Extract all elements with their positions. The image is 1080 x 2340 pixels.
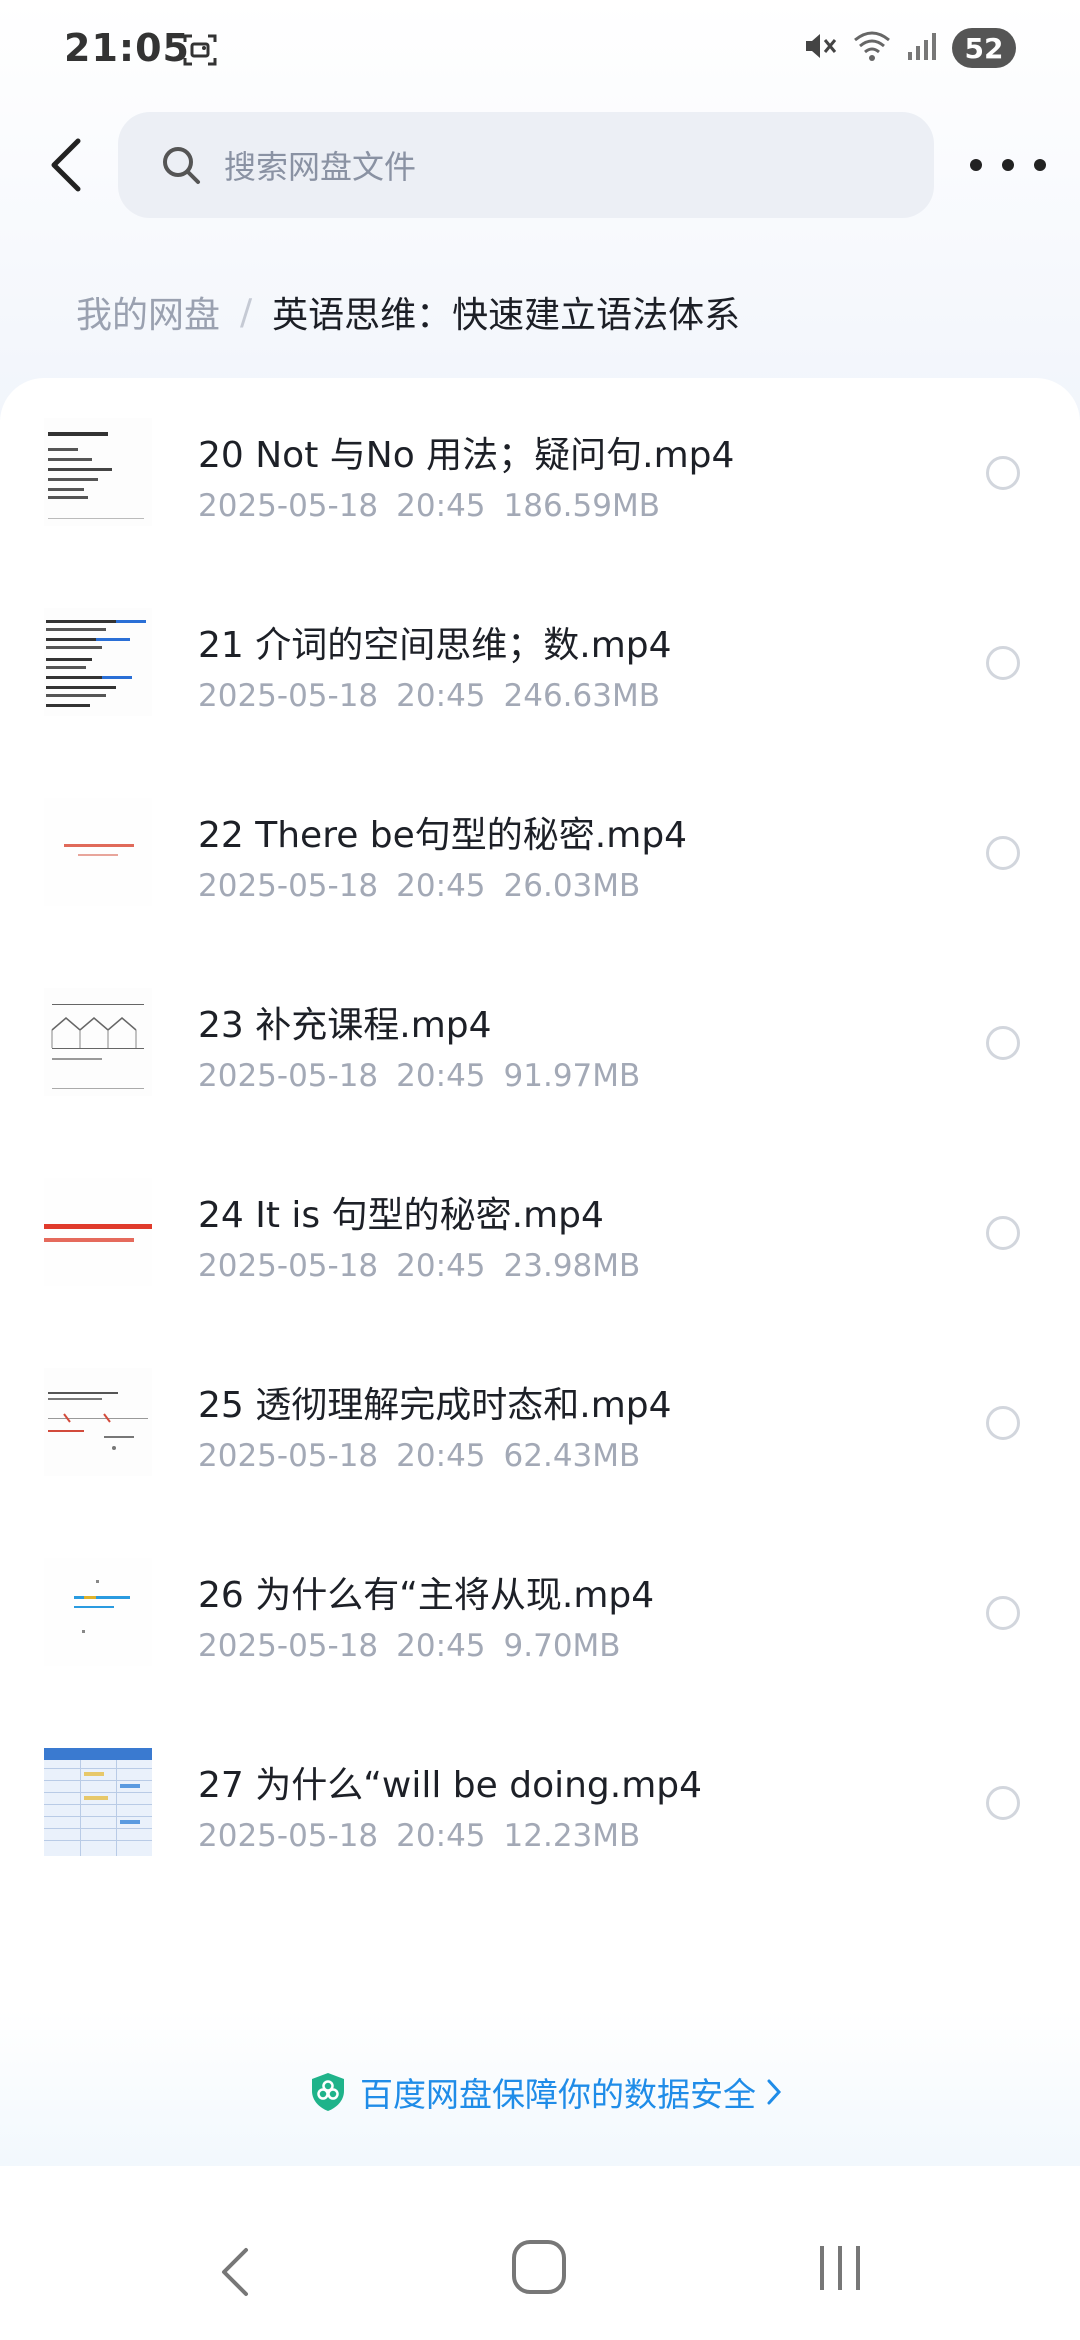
- video-thumbnail: [44, 608, 152, 716]
- file-size: 62.43MB: [503, 1438, 641, 1474]
- select-radio[interactable]: [986, 1026, 1020, 1060]
- select-radio[interactable]: [986, 1596, 1020, 1630]
- file-date: 2025-05-18: [198, 1058, 379, 1094]
- file-date: 2025-05-18: [198, 1438, 379, 1474]
- back-button[interactable]: [38, 130, 94, 200]
- file-name: 26 为什么有“主将从现.mp4: [198, 1575, 655, 1616]
- select-radio[interactable]: [986, 646, 1020, 680]
- file-size: 246.63MB: [503, 678, 660, 714]
- shield-icon: [312, 2073, 344, 2111]
- breadcrumb-separator: /: [240, 291, 253, 333]
- file-meta: 2025-05-18 20:45 186.59MB: [198, 488, 660, 524]
- more-dot-icon: [970, 159, 982, 171]
- file-time: 20:45: [396, 1058, 486, 1094]
- more-dot-icon: [1002, 159, 1014, 171]
- file-row[interactable]: 24 It is 句型的秘密.mp4 2025-05-18 20:45 23.98M…: [0, 1138, 1080, 1328]
- file-date: 2025-05-18: [198, 868, 379, 904]
- breadcrumb-root[interactable]: 我的网盘: [76, 286, 220, 338]
- file-time: 20:45: [396, 678, 486, 714]
- file-row[interactable]: 26 为什么有“主将从现.mp4 2025-05-18 20:45 9.70MB: [0, 1518, 1080, 1708]
- signal-icon: [906, 30, 938, 66]
- select-radio[interactable]: [986, 1786, 1020, 1820]
- file-meta: 2025-05-18 20:45 26.03MB: [198, 868, 640, 904]
- breadcrumb: 我的网盘 / 英语思维：快速建立语法体系: [76, 286, 740, 338]
- nav-back-button[interactable]: [216, 2244, 256, 2304]
- video-thumbnail: [44, 418, 152, 526]
- file-meta: 2025-05-18 20:45 91.97MB: [198, 1058, 640, 1094]
- file-meta: 2025-05-18 20:45 9.70MB: [198, 1628, 621, 1664]
- breadcrumb-current: 英语思维：快速建立语法体系: [272, 295, 741, 336]
- chevron-right-icon: [767, 2079, 782, 2105]
- file-name: 20 Not 与No 用法；疑问句.mp4: [198, 435, 735, 476]
- recent-bar-icon: [838, 2246, 842, 2290]
- security-link[interactable]: 百度网盘保障你的数据安全: [308, 2068, 784, 2116]
- file-size: 26.03MB: [503, 868, 641, 904]
- search-input[interactable]: 搜索网盘文件: [118, 112, 934, 218]
- status-icons: 52: [802, 28, 1016, 68]
- video-thumbnail: [44, 1178, 152, 1286]
- mute-icon: [802, 28, 838, 68]
- search-icon: [163, 147, 200, 184]
- file-size: 186.59MB: [503, 488, 660, 524]
- security-text: 百度网盘保障你的数据安全: [360, 2075, 756, 2114]
- select-radio[interactable]: [986, 456, 1020, 490]
- select-radio[interactable]: [986, 1406, 1020, 1440]
- select-radio[interactable]: [986, 836, 1020, 870]
- file-meta: 2025-05-18 20:45 246.63MB: [198, 678, 660, 714]
- file-row[interactable]: 20 Not 与No 用法；疑问句.mp4 2025-05-18 20:45 186…: [0, 378, 1080, 568]
- nav-recent-button[interactable]: [820, 2246, 860, 2290]
- more-dot-icon: [1034, 159, 1046, 171]
- more-options-button[interactable]: [970, 140, 1046, 190]
- file-time: 20:45: [396, 1818, 486, 1854]
- file-row[interactable]: 21 介词的空间思维；数.mp4 2025-05-18 20:45 246.63MB: [0, 568, 1080, 758]
- file-name: 23 补充课程.mp4: [198, 1005, 492, 1046]
- file-name: 24 It is 句型的秘密.mp4: [198, 1195, 604, 1236]
- file-date: 2025-05-18: [198, 488, 379, 524]
- file-row[interactable]: 25 透彻理解完成时态和.mp4 2025-05-18 20:45 62.43MB: [0, 1328, 1080, 1518]
- file-row[interactable]: 23 补充课程.mp4 2025-05-18 20:45 91.97MB: [0, 948, 1080, 1138]
- file-size: 91.97MB: [503, 1058, 641, 1094]
- chevron-left-icon: [51, 138, 81, 192]
- file-row[interactable]: 27 为什么“will be doing.mp4 2025-05-18 20:45…: [0, 1708, 1080, 1898]
- wifi-icon: [852, 28, 892, 68]
- video-thumbnail: [44, 988, 152, 1096]
- file-meta: 2025-05-18 20:45 23.98MB: [198, 1248, 640, 1284]
- file-row[interactable]: 22 There be句型的秘密.mp4 2025-05-18 20:45 26.0…: [0, 758, 1080, 948]
- file-time: 20:45: [396, 488, 486, 524]
- file-time: 20:45: [396, 868, 486, 904]
- video-thumbnail: [44, 798, 152, 906]
- nav-home-button[interactable]: [512, 2240, 566, 2294]
- video-thumbnail: [44, 1748, 152, 1856]
- search-placeholder: 搜索网盘文件: [224, 148, 417, 186]
- file-time: 20:45: [396, 1438, 486, 1474]
- file-meta: 2025-05-18 20:45 62.43MB: [198, 1438, 640, 1474]
- file-time: 20:45: [396, 1628, 486, 1664]
- file-size: 12.23MB: [503, 1818, 641, 1854]
- file-date: 2025-05-18: [198, 1818, 379, 1854]
- screenshot-icon: [182, 32, 218, 72]
- file-name: 25 透彻理解完成时态和.mp4: [198, 1385, 672, 1426]
- file-name: 27 为什么“will be doing.mp4: [198, 1765, 703, 1806]
- nav-back-icon: [222, 2248, 248, 2296]
- file-size: 9.70MB: [503, 1628, 621, 1664]
- status-bar: 21:05 52: [0, 0, 1080, 100]
- file-name: 22 There be句型的秘密.mp4: [198, 815, 688, 856]
- video-thumbnail: [44, 1558, 152, 1666]
- file-list: 20 Not 与No 用法；疑问句.mp4 2025-05-18 20:45 186…: [0, 378, 1080, 2168]
- file-name: 21 介词的空间思维；数.mp4: [198, 625, 672, 666]
- recent-bar-icon: [820, 2246, 824, 2290]
- select-radio[interactable]: [986, 1216, 1020, 1250]
- battery-indicator: 52: [952, 28, 1016, 68]
- file-meta: 2025-05-18 20:45 12.23MB: [198, 1818, 640, 1854]
- file-date: 2025-05-18: [198, 1248, 379, 1284]
- file-date: 2025-05-18: [198, 678, 379, 714]
- recent-bar-icon: [856, 2246, 860, 2290]
- file-date: 2025-05-18: [198, 1628, 379, 1664]
- status-time: 21:05: [64, 26, 190, 70]
- video-thumbnail: [44, 1368, 152, 1476]
- file-size: 23.98MB: [503, 1248, 641, 1284]
- file-time: 20:45: [396, 1248, 486, 1284]
